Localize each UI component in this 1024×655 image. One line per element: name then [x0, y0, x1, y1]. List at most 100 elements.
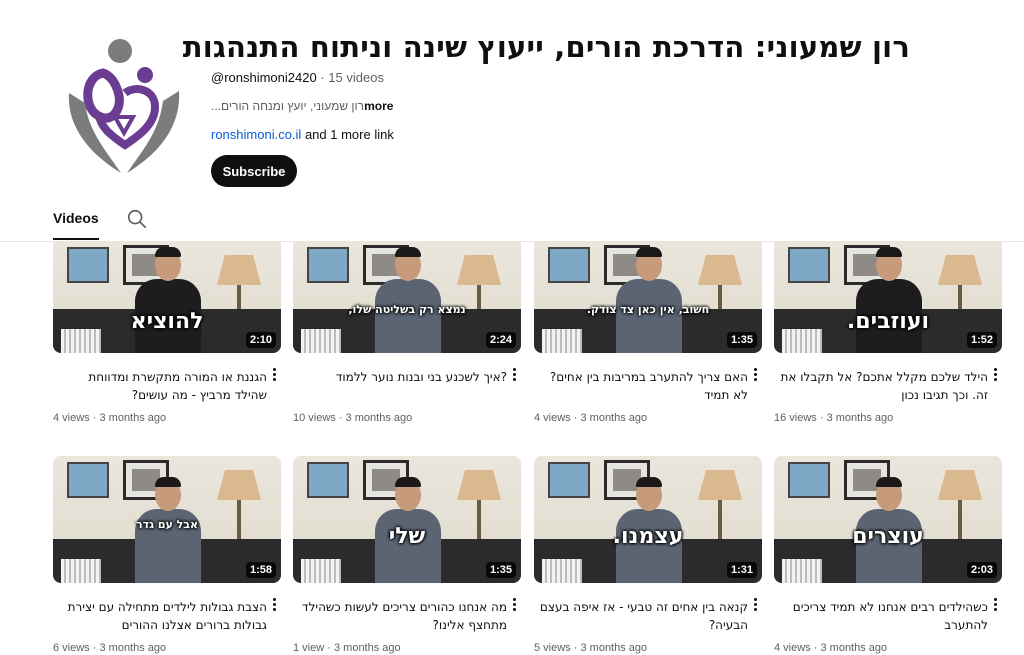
channel-description[interactable]: ...רון שמעוני, יועץ ומנחה הוריםmore [211, 99, 393, 113]
meta-separator: · [327, 642, 331, 654]
video-views: 4 views [534, 412, 571, 424]
radiator [542, 559, 582, 583]
meta-separator: · [573, 412, 578, 424]
tab-videos[interactable]: Videos [53, 210, 99, 240]
presenter [135, 243, 201, 353]
description-text: ...רון שמעוני, יועץ ומנחה הורים [211, 99, 365, 113]
video-thumbnail[interactable]: נמצא רק בשליטה שלו, 2:24 [293, 241, 521, 353]
lamp-shade [938, 255, 982, 285]
radiator [301, 559, 341, 583]
channel-handle: @ronshimoni2420 [211, 70, 317, 85]
lamp-shade [698, 255, 742, 285]
video-meta: 6 views · 3 months ago [53, 642, 166, 654]
video-views: 5 views [534, 642, 571, 654]
meta-separator: · [338, 412, 343, 424]
video-age: 3 months ago [333, 642, 401, 654]
video-duration: 2:03 [966, 562, 997, 578]
video-meta: 4 views · 3 months ago [774, 642, 887, 654]
video-age: 3 months ago [99, 412, 167, 424]
more-options-icon[interactable] [271, 597, 277, 613]
video-title[interactable]: קנאה בין אחים זה טבעי - אז איפה בעצם הבע… [534, 598, 748, 634]
video-views: 1 view [293, 642, 325, 654]
more-options-icon[interactable] [992, 597, 998, 613]
video-thumbnail[interactable]: להוציא 2:10 [53, 241, 281, 353]
lamp-shade [217, 255, 261, 285]
more-options-icon[interactable] [271, 367, 277, 383]
radiator [782, 559, 822, 583]
channel-title: רון שמעוני: הדרכת הורים, ייעוץ שינה ונית… [182, 30, 910, 64]
lamp-shade [698, 470, 742, 500]
video-views: 10 views [293, 412, 336, 424]
wall-painting [307, 247, 349, 283]
video-title[interactable]: מה אנחנו כהורים צריכים לעשות כשהילד מתחצ… [293, 598, 507, 634]
thumbnail-caption: נמצא רק בשליטה שלו, [348, 303, 466, 316]
wall-painting [307, 462, 349, 498]
video-meta: 5 views · 3 months ago [534, 642, 647, 654]
meta-separator: · [92, 642, 97, 654]
video-thumbnail[interactable]: שלי 1:35 [293, 456, 521, 583]
presenter [616, 243, 682, 353]
video-meta: 4 views · 3 months ago [534, 412, 647, 424]
video-thumbnail[interactable]: אבל עם גדר 1:58 [53, 456, 281, 583]
video-title[interactable]: הילד שלכם מקלל אתכם? אל תקבלו את זה. וכך… [774, 368, 988, 404]
thumbnail-caption: להוציא [130, 309, 204, 334]
website-link[interactable]: ronshimoni.co.il [211, 127, 301, 142]
thumbnail-caption: חשוב, אין כאן צד צודק. [586, 303, 710, 316]
more-options-icon[interactable] [752, 367, 758, 383]
more-options-icon[interactable] [511, 597, 517, 613]
video-age: 3 months ago [99, 642, 167, 654]
video-age: 3 months ago [826, 412, 894, 424]
video-title[interactable]: הגננת או המורה מתקשרת ומדווחת שהילד מרבי… [53, 368, 267, 404]
thumbnail-caption: עצמנו. [612, 524, 684, 549]
video-duration: 1:31 [726, 562, 757, 578]
wall-painting [67, 462, 109, 498]
presenter [375, 243, 441, 353]
video-thumbnail[interactable]: עצמנו. 1:31 [534, 456, 762, 583]
radiator [61, 559, 101, 583]
video-duration: 1:35 [485, 562, 516, 578]
lamp-shade [217, 470, 261, 500]
video-title[interactable]: הצבת גבולות לילדים מתחילה עם יצירת גבולו… [53, 598, 267, 634]
more-options-icon[interactable] [992, 367, 998, 383]
video-age: 3 months ago [580, 412, 648, 424]
video-title[interactable]: האם צריך להתערב במריבות בין אחים? לא תמי… [534, 368, 748, 404]
thumbnail-caption: שלי [388, 524, 426, 549]
video-duration: 2:10 [245, 332, 276, 348]
video-thumbnail[interactable]: ועוזבים. 1:52 [774, 241, 1002, 353]
video-thumbnail[interactable]: עוצרים 2:03 [774, 456, 1002, 583]
video-duration: 2:24 [485, 332, 516, 348]
video-age: 3 months ago [820, 642, 888, 654]
video-title[interactable]: כשהילדים רבים אנחנו לא תמיד צריכים להתער… [774, 598, 988, 634]
lamp-shade [938, 470, 982, 500]
radiator [542, 329, 582, 353]
video-count: 15 videos [328, 70, 384, 85]
more-options-icon[interactable] [511, 367, 517, 383]
video-views: 4 views [53, 412, 90, 424]
video-duration: 1:58 [245, 562, 276, 578]
wall-painting [788, 462, 830, 498]
channel-tabs: Videos [0, 200, 1024, 242]
video-thumbnail[interactable]: חשוב, אין כאן צד צודק. 1:35 [534, 241, 762, 353]
video-title[interactable]: ?איך לשכנע בני ובנות נוער ללמוד [293, 368, 507, 386]
meta-separator: · [819, 412, 824, 424]
meta-separator: · [573, 642, 578, 654]
video-views: 4 views [774, 642, 811, 654]
wall-painting [67, 247, 109, 283]
lamp-shade [457, 255, 501, 285]
video-meta: 1 view · 3 months ago [293, 642, 401, 654]
more-links-button[interactable]: and 1 more link [305, 127, 394, 142]
radiator [301, 329, 341, 353]
subscribe-button[interactable]: Subscribe [211, 155, 297, 187]
video-meta: 4 views · 3 months ago [53, 412, 166, 424]
video-meta: 16 views · 3 months ago [774, 412, 893, 424]
meta-separator: · [813, 642, 818, 654]
thumbnail-caption: ועוזבים. [846, 309, 930, 334]
meta-separator: · [320, 70, 325, 85]
more-options-icon[interactable] [752, 597, 758, 613]
channel-links: ronshimoni.co.il and 1 more link [211, 127, 394, 142]
channel-avatar-logo-icon[interactable] [63, 33, 185, 178]
video-age: 3 months ago [345, 412, 413, 424]
description-more-link[interactable]: more [364, 99, 393, 113]
video-grid: להוציא 2:10 הגננת או המורה מתקשרת ומדווח… [0, 241, 1024, 655]
search-icon[interactable] [126, 208, 148, 230]
